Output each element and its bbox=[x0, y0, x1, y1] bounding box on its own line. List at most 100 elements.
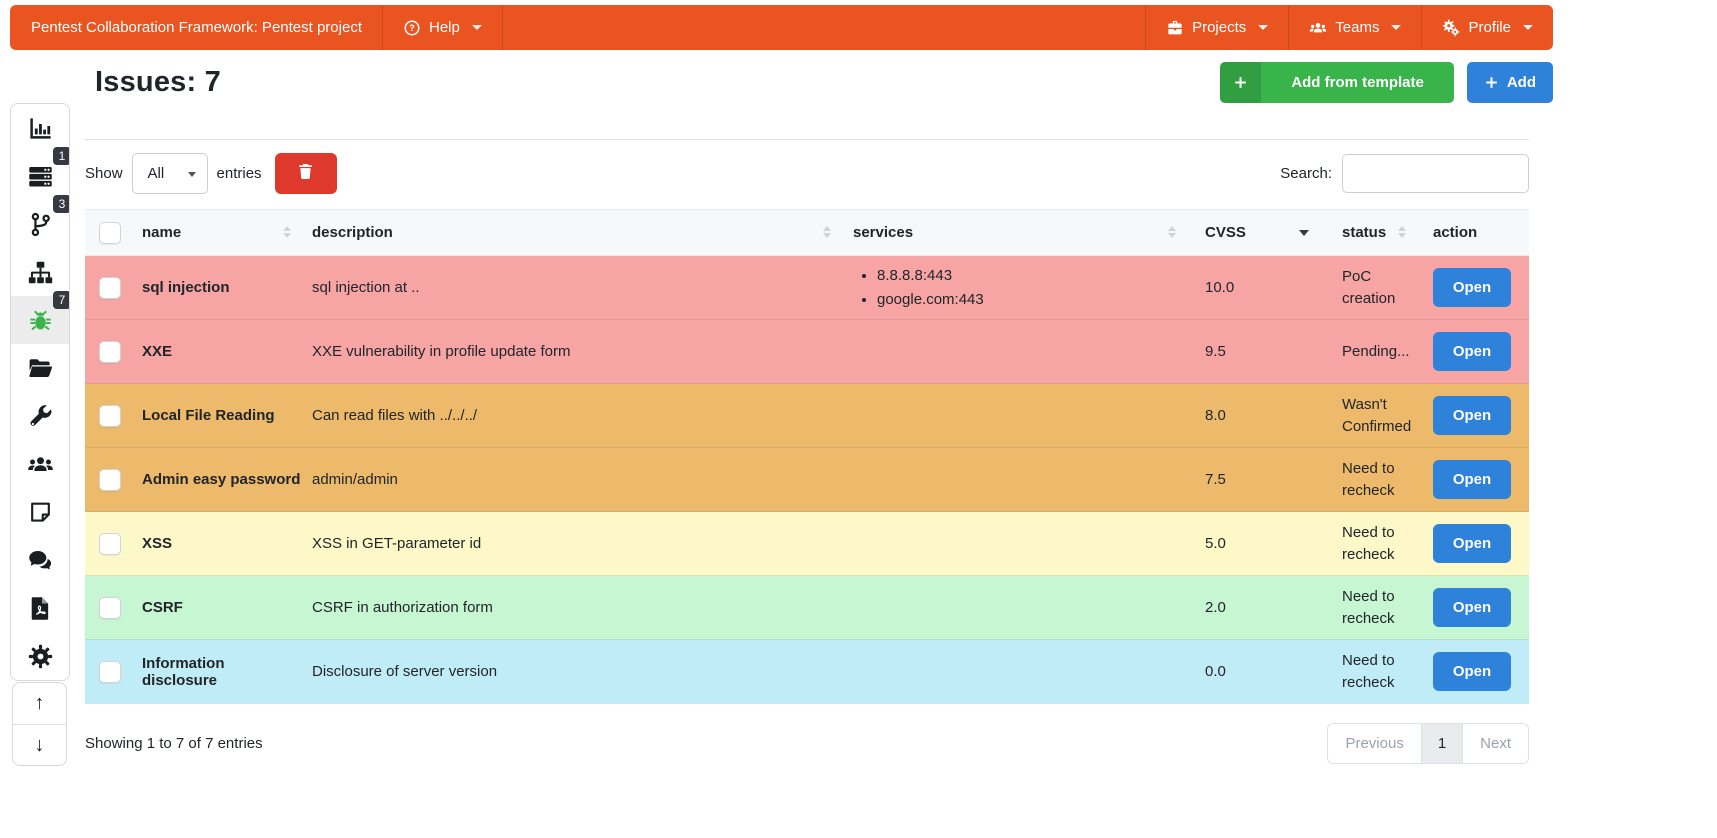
users-icon bbox=[27, 451, 54, 478]
issue-services bbox=[841, 512, 1186, 576]
issue-status: Need to recheck bbox=[1342, 652, 1395, 691]
sort-desc-icon bbox=[1299, 230, 1309, 236]
sidebar-item-users[interactable] bbox=[11, 440, 69, 488]
add-from-template-button[interactable]: Add from template bbox=[1220, 62, 1454, 103]
projects-menu[interactable]: Projects bbox=[1145, 5, 1288, 50]
table-row[interactable]: Admin easy password admin/admin 7.5 Need to… bbox=[85, 447, 1529, 512]
sidebar-item-sitemap[interactable] bbox=[11, 248, 69, 296]
code-branch-icon bbox=[27, 211, 54, 238]
issue-status: Wasn't Confirmed bbox=[1342, 396, 1412, 435]
page-size-select[interactable]: All bbox=[131, 153, 208, 194]
row-checkbox[interactable] bbox=[99, 340, 121, 363]
table-row[interactable]: sql injection sql injection at .. 8.8.8.8:… bbox=[85, 255, 1529, 320]
issue-services: 8.8.8.8:443google.com:443 bbox=[841, 256, 1186, 320]
pagination-previous[interactable]: Previous bbox=[1327, 722, 1422, 764]
sidebar-item-file-pdf[interactable] bbox=[11, 584, 69, 632]
issue-cvss: 5.0 bbox=[1205, 535, 1226, 552]
briefcase-icon bbox=[1166, 19, 1184, 37]
sidebar-item-sticky-note[interactable] bbox=[11, 488, 69, 536]
issue-description: sql injection at .. bbox=[312, 279, 420, 296]
sidebar-item-hosts[interactable]: 1 bbox=[11, 147, 69, 200]
table-row[interactable]: Information disclosure Disclosure of serv… bbox=[85, 639, 1529, 704]
issue-description: Disclosure of server version bbox=[312, 663, 498, 681]
pagination: Previous 1 Next bbox=[1327, 722, 1529, 764]
table-row[interactable]: XXE XXE vulnerability in profile update f… bbox=[85, 319, 1529, 384]
sticky-note-icon bbox=[27, 499, 54, 526]
sidebar-item-code-branch[interactable]: 3 bbox=[11, 195, 69, 248]
sort-icon bbox=[823, 226, 831, 238]
teams-label: Teams bbox=[1335, 19, 1380, 36]
sidebar-item-gear[interactable] bbox=[11, 632, 69, 680]
help-menu[interactable]: ? Help bbox=[382, 5, 503, 50]
column-header-name[interactable]: name bbox=[131, 209, 301, 256]
issue-name: sql injection bbox=[142, 279, 230, 296]
sidebar-item-comments[interactable] bbox=[11, 536, 69, 584]
comments-icon bbox=[27, 547, 54, 574]
issue-name: CSRF bbox=[142, 599, 183, 616]
open-issue-button[interactable]: Open bbox=[1433, 268, 1511, 307]
showing-entries-label: Showing 1 to 7 of 7 entries bbox=[85, 734, 263, 752]
issue-cvss: 9.5 bbox=[1205, 343, 1226, 360]
scroll-down-button[interactable]: ↓ bbox=[13, 724, 66, 765]
open-issue-button[interactable]: Open bbox=[1433, 460, 1511, 499]
gear-icon bbox=[27, 643, 54, 670]
chart-bar-icon bbox=[27, 115, 54, 142]
select-all-header[interactable] bbox=[85, 209, 131, 256]
navbar: Pentest Collaboration Framework: Pentest… bbox=[10, 5, 1553, 50]
add-button[interactable]: Add bbox=[1466, 62, 1553, 103]
issue-status: Pending... bbox=[1342, 342, 1410, 360]
row-checkbox[interactable] bbox=[99, 596, 121, 619]
sidebar-item-wrench[interactable] bbox=[11, 392, 69, 440]
scroll-up-button[interactable]: ↑ bbox=[13, 683, 66, 724]
issue-description: admin/admin bbox=[312, 471, 398, 488]
sidebar-item-folder-open[interactable] bbox=[11, 344, 69, 392]
brand-label: Pentest Collaboration Framework: Pentest… bbox=[31, 19, 362, 36]
issue-description: Can read files with ../../../ bbox=[312, 407, 478, 424]
table-header-row: name description services CVSS status ac… bbox=[85, 209, 1529, 256]
row-checkbox[interactable] bbox=[99, 276, 121, 299]
sidebar-item-bug[interactable]: 7 bbox=[11, 291, 69, 344]
row-checkbox[interactable] bbox=[99, 404, 121, 427]
row-checkbox[interactable] bbox=[99, 468, 121, 491]
trash-icon bbox=[296, 162, 315, 185]
sitemap-icon bbox=[27, 259, 54, 286]
help-label: Help bbox=[429, 19, 460, 36]
pagination-page-1[interactable]: 1 bbox=[1420, 722, 1464, 764]
column-header-cvss[interactable]: CVSS bbox=[1186, 209, 1321, 256]
issue-status: Need to recheck bbox=[1342, 588, 1395, 627]
teams-menu[interactable]: Teams bbox=[1288, 5, 1421, 50]
navbar-brand[interactable]: Pentest Collaboration Framework: Pentest… bbox=[10, 5, 382, 50]
select-all-checkbox[interactable] bbox=[99, 221, 121, 244]
add-from-template-label: Add from template bbox=[1291, 74, 1424, 91]
open-issue-button[interactable]: Open bbox=[1433, 652, 1511, 692]
table-row[interactable]: Local File Reading Can read files with ..… bbox=[85, 383, 1529, 448]
column-header-services[interactable]: services bbox=[841, 209, 1186, 256]
bug-icon bbox=[27, 307, 54, 334]
issue-status: Need to recheck bbox=[1342, 460, 1395, 499]
sort-icon bbox=[1168, 226, 1176, 238]
open-issue-button[interactable]: Open bbox=[1433, 332, 1511, 371]
sort-icon bbox=[1398, 226, 1406, 238]
row-checkbox[interactable] bbox=[99, 532, 121, 555]
open-issue-button[interactable]: Open bbox=[1433, 588, 1511, 627]
profile-menu[interactable]: Profile bbox=[1421, 5, 1553, 50]
column-header-description[interactable]: description bbox=[301, 209, 841, 256]
issue-name: Admin easy password bbox=[142, 471, 301, 488]
open-issue-button[interactable]: Open bbox=[1433, 524, 1511, 563]
issue-cvss: 8.0 bbox=[1205, 407, 1226, 424]
issue-services bbox=[841, 448, 1186, 512]
search-input[interactable] bbox=[1342, 154, 1529, 193]
row-checkbox[interactable] bbox=[99, 660, 121, 683]
service-item: 8.8.8.8:443 bbox=[877, 264, 1186, 287]
sidebar-item-chart-bar[interactable] bbox=[11, 104, 69, 152]
table-row[interactable]: XSS XSS in GET-parameter id 5.0 Need to rec… bbox=[85, 511, 1529, 576]
navbar-spacer bbox=[503, 5, 1145, 50]
issue-cvss: 7.5 bbox=[1205, 471, 1226, 488]
table-row[interactable]: CSRF CSRF in authorization form 2.0 Need to… bbox=[85, 575, 1529, 640]
issue-name: XSS bbox=[142, 535, 173, 552]
delete-selected-button[interactable] bbox=[274, 153, 337, 194]
open-issue-button[interactable]: Open bbox=[1433, 396, 1511, 435]
pagination-next[interactable]: Next bbox=[1462, 722, 1529, 764]
column-header-status[interactable]: status bbox=[1321, 209, 1416, 256]
issue-services bbox=[841, 640, 1186, 704]
